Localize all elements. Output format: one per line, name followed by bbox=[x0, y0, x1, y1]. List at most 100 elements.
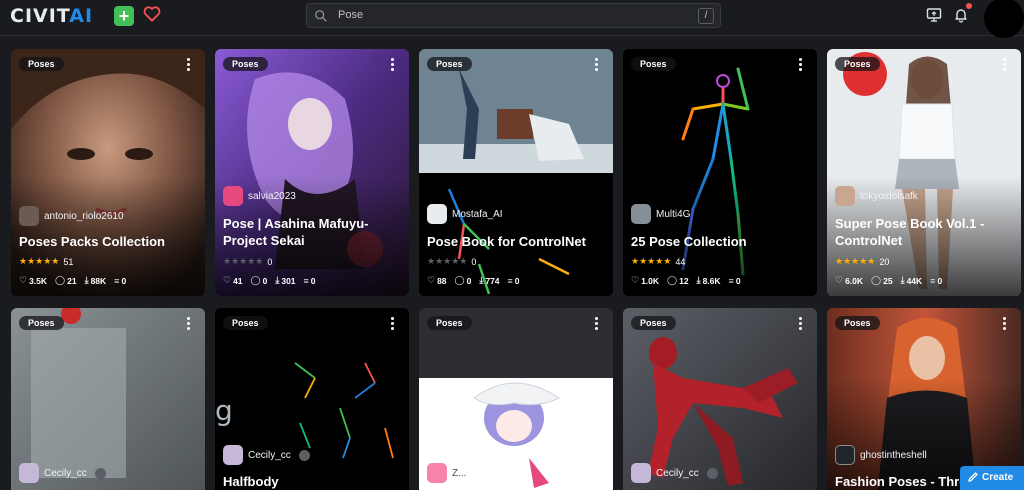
model-card[interactable]: Poses ghostintheshell Fashion Poses - Th… bbox=[827, 308, 1021, 490]
comment-icon: ◯ bbox=[871, 275, 882, 285]
more-options-icon[interactable] bbox=[1003, 58, 1007, 72]
create-button-label: Create bbox=[982, 472, 1014, 483]
model-card[interactable]: Poses salvia2023 Pose | Asahina Mafuyu- … bbox=[215, 49, 409, 296]
creator-name: Z... bbox=[452, 467, 467, 479]
creator-info[interactable]: ghostintheshell bbox=[835, 445, 927, 465]
likes-count: 41 bbox=[233, 275, 243, 286]
heart-icon[interactable] bbox=[142, 4, 162, 24]
model-card[interactable]: Poses antonio_riolo2610 Poses Packs Coll… bbox=[11, 49, 205, 296]
search-bar[interactable]: Pose / bbox=[306, 3, 721, 28]
creator-avatar bbox=[223, 186, 243, 206]
creator-info[interactable]: Cecily_cc bbox=[19, 463, 106, 483]
comments-count: 21 bbox=[67, 275, 77, 286]
creator-info[interactable]: tokyoidolsafk bbox=[835, 186, 918, 206]
type-badge: Poses bbox=[835, 316, 880, 330]
creator-info[interactable]: Cecily_cc bbox=[631, 463, 718, 483]
creator-avatar bbox=[631, 463, 651, 483]
bell-icon[interactable] bbox=[953, 7, 969, 23]
creator-avatar bbox=[19, 206, 39, 226]
star-rating-icon: ★★★★★ bbox=[19, 256, 60, 266]
creator-info[interactable]: salvia2023 bbox=[223, 186, 296, 206]
rating-count: 51 bbox=[63, 256, 74, 267]
creator-name: salvia2023 bbox=[248, 190, 296, 202]
create-button[interactable]: Create bbox=[960, 466, 1024, 490]
pen-icon bbox=[968, 472, 978, 482]
more-options-icon[interactable] bbox=[799, 58, 803, 72]
creator-avatar bbox=[223, 445, 243, 465]
verified-icon bbox=[706, 467, 718, 479]
creator-name: Cecily_cc bbox=[248, 449, 291, 461]
plus-icon[interactable]: + bbox=[114, 6, 134, 26]
heart-icon: ♡ bbox=[427, 275, 436, 285]
downloads-count: 8.6K bbox=[702, 275, 721, 286]
notification-dot bbox=[966, 3, 972, 9]
civitai-logo[interactable]: CIVITAI bbox=[10, 5, 93, 27]
creator-name: ghostintheshell bbox=[860, 449, 927, 461]
card-title: Poses Packs Collection bbox=[19, 234, 165, 249]
heart-icon: ♡ bbox=[223, 275, 232, 285]
type-badge: Poses bbox=[631, 316, 676, 330]
star-rating-icon: ★★★★★ bbox=[223, 256, 264, 266]
model-card[interactable]: Poses Cecily_cc bbox=[11, 308, 205, 490]
search-icon bbox=[315, 10, 327, 22]
card-title: Super Pose Book Vol.1 - ControlNet bbox=[835, 216, 985, 248]
comment-icon: ◯ bbox=[454, 275, 465, 285]
creator-avatar bbox=[835, 186, 855, 206]
heart-icon: ♡ bbox=[835, 275, 844, 285]
search-input[interactable]: Pose bbox=[338, 9, 363, 21]
downloads-count: 301 bbox=[281, 275, 296, 286]
type-badge: Poses bbox=[19, 57, 64, 71]
rating: ★★★★★ 44 bbox=[631, 256, 685, 267]
more-options-icon[interactable] bbox=[595, 317, 599, 331]
likes-count: 1.0K bbox=[641, 275, 660, 286]
type-badge: Poses bbox=[223, 316, 268, 330]
creator-info[interactable]: Z... bbox=[427, 463, 466, 483]
downloads-count: 44K bbox=[906, 275, 923, 286]
more-options-icon[interactable] bbox=[391, 317, 395, 331]
download-icon: ⤓ bbox=[696, 275, 701, 285]
model-card[interactable]: g Poses Cecily_cc Halfbody bbox=[215, 308, 409, 490]
creator-info[interactable]: Cecily_cc bbox=[223, 445, 310, 465]
creator-avatar bbox=[19, 463, 39, 483]
tip-icon: ≡ bbox=[303, 275, 309, 286]
comments-count: 25 bbox=[883, 275, 893, 286]
creator-avatar bbox=[427, 204, 447, 224]
type-badge: Poses bbox=[223, 57, 268, 71]
more-options-icon[interactable] bbox=[187, 58, 191, 72]
logo-accent-text: AI bbox=[69, 5, 94, 27]
likes-count: 3.5K bbox=[29, 275, 48, 286]
verified-icon bbox=[94, 467, 106, 479]
more-options-icon[interactable] bbox=[187, 317, 191, 331]
model-card[interactable]: Poses Z... bbox=[419, 308, 613, 490]
rating-count: 0 bbox=[471, 256, 477, 267]
card-stats: ♡ 6.0K ◯ 25 ⤓ 44K ≡ 0 bbox=[835, 275, 942, 286]
tip-icon: ≡ bbox=[728, 275, 734, 286]
likes-count: 88 bbox=[437, 275, 447, 286]
tip-icon: ≡ bbox=[114, 275, 120, 286]
card-stats: ♡ 88 ◯ 0 ⤓ 774 ≡ 0 bbox=[427, 275, 520, 286]
tip-icon: ≡ bbox=[930, 275, 936, 286]
creator-avatar bbox=[427, 463, 447, 483]
model-card[interactable]: Poses tokyoidolsafk Super Pose Book Vol.… bbox=[827, 49, 1021, 296]
creator-name: Mostafa_AI bbox=[452, 208, 503, 220]
creator-avatar bbox=[835, 445, 855, 465]
creator-info[interactable]: Multi4G bbox=[631, 204, 690, 224]
creator-name: Cecily_cc bbox=[656, 467, 699, 479]
card-stats: ♡ 1.0K ◯ 12 ⤓ 8.6K ≡ 0 bbox=[631, 275, 741, 286]
rating: ★★★★★ 0 bbox=[223, 256, 272, 267]
model-card[interactable]: Poses Multi4G 25 Pose Collection ★★★★★ 44… bbox=[623, 49, 817, 296]
creator-info[interactable]: Mostafa_AI bbox=[427, 204, 503, 224]
more-options-icon[interactable] bbox=[595, 58, 599, 72]
more-options-icon[interactable] bbox=[799, 317, 803, 331]
star-rating-icon: ★★★★★ bbox=[427, 256, 468, 266]
creator-info[interactable]: antonio_riolo2610 bbox=[19, 206, 124, 226]
model-card[interactable]: Poses Mostafa_AI Pose Book for ControlNe… bbox=[419, 49, 613, 296]
user-avatar[interactable] bbox=[984, 0, 1024, 38]
model-card[interactable]: Poses Cecily_cc bbox=[623, 308, 817, 490]
comments-count: 0 bbox=[466, 275, 472, 286]
more-options-icon[interactable] bbox=[1003, 317, 1007, 331]
upload-screen-icon[interactable] bbox=[926, 7, 942, 23]
more-options-icon[interactable] bbox=[391, 58, 395, 72]
card-title: 25 Pose Collection bbox=[631, 234, 747, 249]
star-rating-icon: ★★★★★ bbox=[631, 256, 672, 266]
